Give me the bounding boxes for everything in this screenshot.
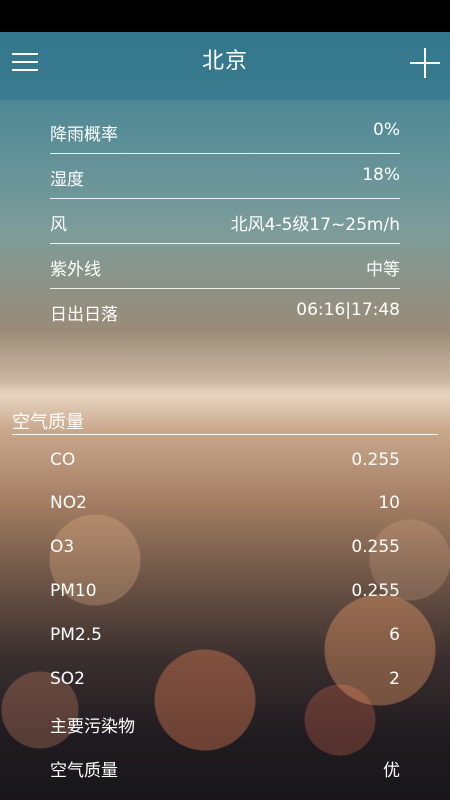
aq-row-o3: O3 0.255: [50, 533, 400, 563]
aq-label: NO2: [50, 493, 87, 513]
detail-label: 湿度: [50, 170, 84, 190]
city-title: 北京: [201, 49, 248, 74]
aq-value: 0.255: [351, 581, 400, 601]
aq-label: PM10: [50, 581, 97, 601]
aq-value: 10: [378, 493, 400, 513]
detail-value: 18%: [362, 165, 400, 185]
detail-value: 北风4-5级17~25m/h: [230, 215, 400, 235]
aq-row-no2: NO2 10: [50, 489, 400, 519]
aq-row-pm10: PM10 0.255: [50, 577, 400, 607]
detail-row-wind: 风 北风4-5级17~25m/h: [50, 200, 400, 244]
aq-row-co: CO 0.255: [50, 446, 400, 476]
detail-row-precipitation: 降雨概率 0%: [50, 110, 400, 154]
aq-value: 2: [389, 669, 400, 689]
aq-row-main-pollutant: 主要污染物: [50, 708, 400, 738]
detail-label: 日出日落: [50, 305, 118, 325]
detail-row-humidity: 湿度 18%: [50, 155, 400, 199]
aq-label: 空气质量: [50, 761, 118, 781]
aq-label: 主要污染物: [50, 717, 135, 737]
detail-label: 风: [50, 215, 67, 235]
detail-value: 中等: [366, 260, 400, 280]
status-bar: [0, 0, 450, 32]
detail-value: 06:16|17:48: [296, 300, 400, 320]
detail-row-uv: 紫外线 中等: [50, 245, 400, 289]
plus-icon[interactable]: [410, 48, 440, 78]
aq-label: SO2: [50, 669, 85, 689]
aq-value: 优: [383, 761, 400, 781]
air-quality-title: 空气质量: [12, 412, 84, 433]
aq-row-so2: SO2 2: [50, 665, 400, 695]
air-quality-header: 空气质量: [12, 405, 438, 435]
aq-label: CO: [50, 450, 76, 470]
aq-value: 0.255: [351, 450, 400, 470]
aq-row-pm25: PM2.5 6: [50, 621, 400, 651]
aq-value: 0.255: [351, 537, 400, 557]
aq-label: O3: [50, 537, 75, 557]
aq-value: 6: [389, 625, 400, 645]
detail-label: 紫外线: [50, 260, 101, 280]
aq-label: PM2.5: [50, 625, 102, 645]
detail-value: 0%: [373, 120, 400, 140]
detail-label: 降雨概率: [50, 125, 118, 145]
aq-row-air-quality: 空气质量 优: [50, 752, 400, 782]
detail-row-sunrise-sunset: 日出日落 06:16|17:48: [50, 290, 400, 334]
